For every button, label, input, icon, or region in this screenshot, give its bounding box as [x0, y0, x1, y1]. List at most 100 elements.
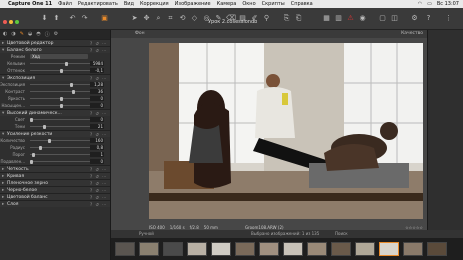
brush-icon[interactable]: ✎ [214, 14, 223, 23]
thumbnail[interactable] [403, 242, 423, 256]
thumbnail[interactable] [427, 242, 447, 256]
section-black-white[interactable]: ▸ Черно-белое? ↺ ⋯ [0, 186, 110, 193]
warning-icon[interactable]: ⚠ [346, 14, 355, 23]
menu-image[interactable]: Изображение [175, 1, 211, 7]
tab-exposure-icon[interactable]: ◒ [28, 31, 32, 38]
menu-adjust[interactable]: Коррекция [140, 1, 169, 7]
tab-details-icon[interactable]: ◓ [36, 31, 40, 38]
wb-temp-value[interactable]: 5984 [90, 61, 104, 66]
spot-icon[interactable]: ◎ [202, 14, 211, 23]
pointer-icon[interactable]: ➤ [130, 14, 139, 23]
section-tools-icon[interactable]: ? ↺ ⋯ [90, 48, 107, 53]
section-tools-icon[interactable]: ? ↺ ⋯ [90, 202, 107, 207]
paste-icon[interactable]: ⎗ [294, 14, 303, 23]
menu-app[interactable]: Capture One 11 [8, 1, 52, 7]
menu-scripts[interactable]: Скрипты [262, 1, 285, 7]
undo-icon[interactable]: ↶ [68, 14, 77, 23]
zoom-window-icon[interactable] [15, 20, 19, 24]
wb-picker-icon[interactable]: ⚲ [262, 14, 271, 23]
import-icon[interactable]: ⬇ [40, 14, 49, 23]
contrast-value[interactable]: 36 [90, 89, 104, 94]
menu-camera[interactable]: Камера [217, 1, 237, 7]
thumbnail[interactable] [283, 242, 303, 256]
browse-icon[interactable]: ▣ [100, 14, 109, 23]
keystone-icon[interactable]: ◇ [190, 14, 199, 23]
thumbnail[interactable] [307, 242, 327, 256]
wb-tint-slider[interactable] [30, 68, 92, 73]
grid-icon[interactable]: ▦ [322, 14, 331, 23]
section-tools-icon[interactable]: ? ↺ ⋯ [90, 167, 107, 172]
thumbnail[interactable] [331, 242, 351, 256]
hdr-light-slider[interactable] [30, 117, 92, 122]
section-tools-icon[interactable]: ? ↺ ⋯ [90, 181, 107, 186]
menu-view[interactable]: Вид [124, 1, 134, 7]
section-exposure[interactable]: ▾ Экспозиция? ↺ ⋯ [0, 74, 110, 81]
slider-knob[interactable] [32, 152, 35, 157]
sharp-halo-slider[interactable] [30, 159, 92, 164]
slider-knob[interactable] [30, 117, 33, 122]
pan-icon[interactable]: ✥ [142, 14, 151, 23]
section-sharpening[interactable]: ▾ Усиление резкости? ↺ ⋯ [0, 130, 110, 137]
slider-knob[interactable] [43, 124, 46, 129]
tab-library-icon[interactable]: ◐ [3, 31, 7, 38]
battery-icon[interactable]: ▭ [427, 1, 432, 7]
sharp-halo-value[interactable]: 0 [90, 159, 104, 164]
thumbnail[interactable] [115, 242, 135, 256]
sharp-threshold-value[interactable]: 1 [90, 152, 104, 157]
thumbnail[interactable] [355, 242, 375, 256]
sharp-amount-slider[interactable] [30, 138, 92, 143]
wb-mode-select[interactable]: Хвд [30, 54, 88, 59]
zoom-icon[interactable]: ⌕ [154, 14, 163, 23]
export-icon[interactable]: ⬆ [52, 14, 61, 23]
section-tools-icon[interactable]: ? ↺ ⋯ [90, 132, 107, 137]
section-layers[interactable]: ▸ Слоя? ↺ ⋯ [0, 200, 110, 207]
wifi-icon[interactable]: ◠ [418, 1, 422, 7]
wb-tint-value[interactable]: -0,1 [90, 68, 104, 73]
slider-knob[interactable] [60, 96, 63, 101]
section-hdr[interactable]: ▾ Высокий динамическ...? ↺ ⋯ [0, 109, 110, 116]
sort-select[interactable]: Ручной [139, 230, 154, 238]
crop-icon[interactable]: ⌗ [166, 14, 175, 23]
section-color-balance[interactable]: ▸ Цветовой баланс? ↺ ⋯ [0, 193, 110, 200]
thumbnail[interactable] [259, 242, 279, 256]
section-film-grain[interactable]: ▸ Пленочное зерно? ↺ ⋯ [0, 179, 110, 186]
slider-knob[interactable] [48, 138, 51, 143]
exposure-value[interactable]: 1,28 [90, 82, 104, 87]
rotate-icon[interactable]: ⟲ [178, 14, 187, 23]
slider-knob[interactable] [30, 159, 33, 164]
section-tools-icon[interactable]: ? ↺ ⋯ [90, 195, 107, 200]
close-window-icon[interactable] [3, 20, 7, 24]
main-photo[interactable] [149, 43, 423, 219]
thumbnail[interactable] [235, 242, 255, 256]
compare-icon[interactable]: ◫ [390, 14, 399, 23]
viewer-mode-label[interactable]: Фон [135, 31, 145, 36]
slider-knob[interactable] [65, 61, 68, 66]
tab-output-icon[interactable]: ⚙ [54, 31, 58, 38]
gradient-icon[interactable]: ▤ [238, 14, 247, 23]
clock-text[interactable]: Вс 13:07 [437, 1, 459, 7]
contrast-slider[interactable] [30, 89, 92, 94]
menu-help[interactable]: Справка [291, 1, 313, 7]
customize-icon[interactable]: ⋮ [444, 14, 453, 23]
tab-metadata-icon[interactable]: ⓘ [45, 31, 50, 38]
sharp-radius-value[interactable]: 0,8 [90, 145, 104, 150]
sharp-threshold-slider[interactable] [30, 152, 92, 157]
section-curve[interactable]: ▸ Кривая? ↺ ⋯ [0, 172, 110, 179]
slider-knob[interactable] [60, 68, 63, 73]
viewer-quality-label[interactable]: Качество [401, 30, 423, 38]
focus-icon[interactable]: ◉ [358, 14, 367, 23]
thumbnail[interactable] [139, 242, 159, 256]
settings-icon[interactable]: ⚙ [410, 14, 419, 23]
section-tools-icon[interactable]: ? ↺ ⋯ [90, 174, 107, 179]
section-tools-icon[interactable]: ? ↺ ⋯ [90, 111, 107, 116]
section-tools-icon[interactable]: ? ↺ ⋯ [90, 41, 107, 46]
sharp-amount-value[interactable]: 160 [90, 138, 104, 143]
proof-icon[interactable]: ▢ [378, 14, 387, 23]
exposure-slider[interactable] [30, 82, 92, 87]
hdr-light-value[interactable]: 0 [90, 117, 104, 122]
menu-file[interactable]: Файл [58, 1, 72, 7]
slider-knob[interactable] [70, 82, 73, 87]
saturation-slider[interactable] [30, 103, 92, 108]
menu-window[interactable]: Окно [242, 1, 255, 7]
thumbnail[interactable] [163, 242, 183, 256]
